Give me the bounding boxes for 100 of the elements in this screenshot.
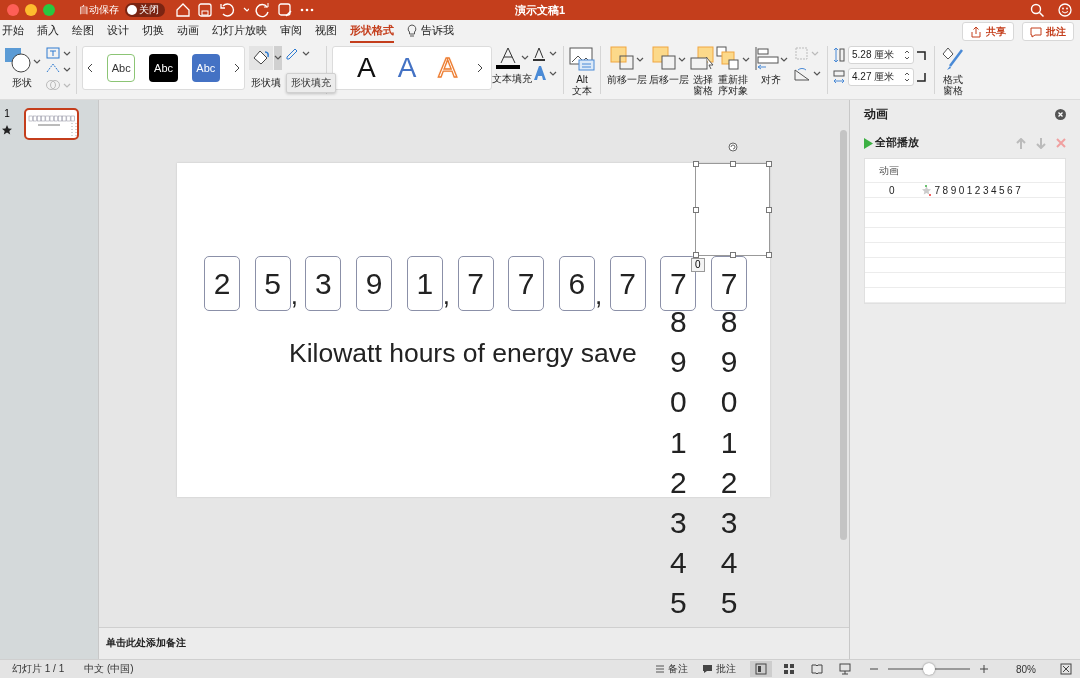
scroll-right-icon[interactable]	[234, 63, 240, 73]
ribbon-tab[interactable]: 告诉我	[407, 20, 454, 43]
close-icon[interactable]	[1055, 108, 1066, 120]
merge-shapes-icon	[45, 78, 71, 92]
play-all-button[interactable]: 全部播放	[864, 136, 919, 150]
shape-icon[interactable]	[3, 46, 41, 74]
scroll-left-icon[interactable]	[87, 63, 93, 73]
ribbon-tab[interactable]: 开始	[2, 20, 24, 43]
text-outline-icon[interactable]	[532, 46, 558, 62]
ribbon-tab[interactable]: 切换	[142, 20, 164, 43]
size-field[interactable]: 4.27 厘米	[848, 68, 914, 86]
undo-icon[interactable]	[219, 2, 235, 18]
share-button[interactable]: 共享	[962, 22, 1014, 41]
comments-button[interactable]: 批注	[1022, 22, 1074, 41]
bring-forward-icon[interactable]	[610, 46, 644, 72]
tooltip: 形状填充	[286, 73, 336, 93]
scroll-right-icon[interactable]	[477, 63, 483, 73]
autosave-toggle[interactable]: 关闭	[125, 3, 165, 17]
picture-icon[interactable]	[569, 46, 595, 72]
ribbon-tab[interactable]: 插入	[37, 20, 59, 43]
resize-handle[interactable]	[693, 252, 699, 258]
shape-style-sample[interactable]: Abc	[191, 54, 220, 82]
zoom-slider-thumb[interactable]	[923, 663, 935, 675]
selection-frame[interactable]	[695, 163, 770, 256]
resize-handle[interactable]	[729, 252, 736, 258]
lightbulb-icon	[407, 24, 417, 37]
redo-icon[interactable]	[255, 2, 271, 18]
rolling-digit: 2	[668, 464, 688, 501]
search-icon[interactable]	[1030, 3, 1044, 17]
reorder-icon[interactable]	[716, 46, 750, 72]
arrange-label: 对齐	[760, 74, 782, 85]
resize-handle[interactable]	[693, 161, 699, 167]
zoom-out-icon[interactable]	[870, 665, 878, 673]
resize-handle[interactable]	[729, 161, 736, 167]
width-icon	[833, 69, 845, 85]
ribbon-tab[interactable]: 形状格式	[350, 20, 394, 43]
fit-to-window-icon[interactable]	[1060, 663, 1072, 675]
window-control-icon[interactable]	[25, 4, 37, 16]
home-icon[interactable]	[175, 2, 191, 18]
brush-icon[interactable]	[940, 46, 966, 72]
scrollbar-thumb[interactable]	[840, 130, 847, 540]
shape-style-sample[interactable]: Abc	[149, 54, 178, 82]
text-box-icon[interactable]	[45, 46, 71, 60]
resize-handle[interactable]	[766, 206, 772, 213]
delete-icon	[1056, 137, 1066, 148]
group-icon	[794, 46, 820, 62]
ribbon-tab[interactable]: 设计	[107, 20, 129, 43]
column-header: 动画	[879, 163, 899, 178]
size-field[interactable]: 5.28 厘米	[848, 46, 914, 64]
comments-button[interactable]: 批注	[702, 662, 736, 676]
rotate-handle-icon[interactable]	[728, 142, 738, 152]
digit-tile: 1	[406, 256, 443, 311]
smiley-icon[interactable]	[1058, 3, 1072, 17]
send-backward-icon[interactable]	[652, 46, 686, 72]
rolling-digit: 3	[719, 505, 739, 541]
window-control-icon[interactable]	[43, 4, 55, 16]
animation-order-badge: 0	[691, 258, 705, 272]
view-button[interactable]	[750, 661, 772, 677]
comment-icon	[702, 664, 713, 674]
align-icon[interactable]	[754, 46, 788, 72]
height-icon	[833, 47, 845, 63]
digit-tile: 3	[305, 256, 342, 311]
resize-handle[interactable]	[693, 206, 699, 213]
notes-placeholder[interactable]: 单击此处添加备注	[106, 637, 186, 648]
ribbon-tab[interactable]: 幻灯片放映	[212, 20, 267, 43]
arrange-label: 选择窗格	[692, 74, 714, 96]
shape-style-sample[interactable]: Abc	[107, 54, 136, 82]
wordart-sample[interactable]: A	[355, 52, 378, 84]
slide-sorter-icon	[783, 663, 795, 675]
digit-tile: 7	[609, 256, 646, 311]
shape-label: 形状	[12, 76, 32, 90]
up-arrow-icon	[1016, 137, 1026, 149]
arrange-label: 重新排序对象	[717, 74, 749, 96]
ribbon-tab[interactable]: 动画	[177, 20, 199, 43]
rolling-digit: 4	[668, 545, 688, 582]
pen-icon[interactable]	[285, 46, 311, 60]
ribbon-tab[interactable]: 审阅	[280, 20, 302, 43]
corner-bracket-icon	[917, 50, 926, 60]
notes-icon	[655, 664, 665, 674]
notes-button[interactable]: 备注	[655, 662, 688, 676]
ribbon-tab[interactable]: 绘图	[72, 20, 94, 43]
rolling-digit: 4	[719, 545, 739, 582]
rolling-digit: 0	[668, 384, 688, 421]
digit-tile: 7	[508, 256, 545, 311]
rolling-digit: 5	[719, 585, 739, 622]
text-fill-icon[interactable]	[495, 46, 529, 70]
animation-list-item[interactable]: 0 78901234567	[865, 183, 1065, 198]
comma-text: ,	[290, 280, 298, 311]
resize-handle[interactable]	[766, 161, 772, 167]
language-label: 中文 (中国)	[84, 662, 134, 676]
save-icon[interactable]	[197, 2, 213, 18]
selection-pane-icon[interactable]	[690, 46, 716, 72]
comma-text: ,	[594, 280, 603, 311]
ribbon-tab[interactable]: 视图	[315, 20, 337, 43]
star-icon	[2, 125, 12, 135]
arrange-label: 前移一层	[606, 74, 648, 85]
resize-handle[interactable]	[766, 252, 772, 258]
slide-thumbnail[interactable]	[24, 108, 79, 140]
zoom-in-icon[interactable]	[980, 665, 988, 673]
wordart-sample[interactable]: A	[395, 52, 419, 84]
